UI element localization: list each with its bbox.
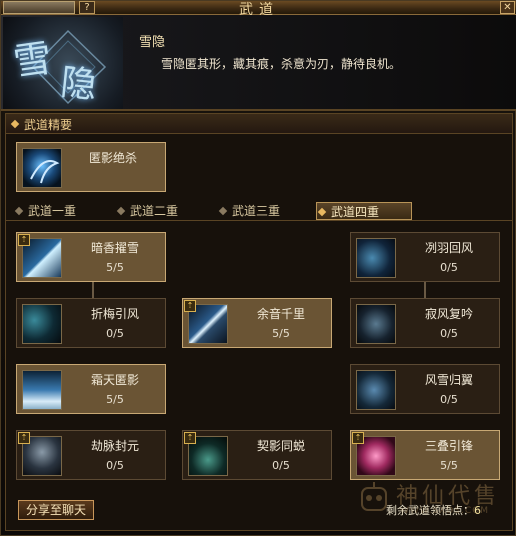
shadow-strike-icon — [22, 148, 62, 188]
skill-card[interactable]: ⇡ 余音千里 5/5 — [182, 298, 332, 348]
skill-card[interactable]: 霜天匿影 5/5 — [16, 364, 166, 414]
skill-name: 折梅引风 — [90, 307, 139, 321]
frost-shadow-icon — [22, 370, 62, 410]
plum-wind-icon — [22, 304, 62, 344]
tab-label: 武道三重 — [232, 204, 281, 218]
skill-level: 0/5 — [106, 327, 124, 340]
skill-level: 0/5 — [440, 393, 458, 406]
martial-essence-section: 武道精要 匿影绝杀 武道一重 武道二重 武道三重 武道四重 ⇡ 暗香擢雪 5/5… — [5, 113, 513, 531]
skill-header: 雪 隐 雪隐 雪隐匿其形，藏其痕，杀意为刃，静待良机。 — [1, 15, 516, 111]
upgrade-badge-icon: ⇡ — [184, 300, 196, 312]
feather-wind-icon — [356, 238, 396, 278]
skill-level: 0/5 — [106, 459, 124, 472]
skill-name: 余音千里 — [256, 307, 305, 321]
share-to-chat-button[interactable]: 分享至聊天 — [18, 500, 94, 520]
skill-name: 劫脉封元 — [90, 439, 139, 453]
connector-line — [92, 282, 94, 298]
tab-divider — [6, 220, 512, 221]
close-button[interactable]: ✕ — [500, 1, 515, 14]
tab-tier-4[interactable]: 武道四重 — [316, 202, 412, 220]
silent-wind-icon — [356, 304, 396, 344]
points-value: 6 — [474, 504, 481, 517]
skill-card[interactable]: ⇡ 暗香擢雪 5/5 — [16, 232, 166, 282]
skill-card[interactable]: ⇡ 三叠引锋 5/5 — [350, 430, 500, 480]
title-bar: ? 武道 ✕ — [1, 1, 516, 18]
skill-emblem-icon: 雪 隐 — [3, 17, 123, 109]
tab-label: 武道二重 — [130, 204, 179, 218]
section-header: 武道精要 — [6, 114, 512, 134]
martial-path-window: ? 武道 ✕ 雪 隐 雪隐 雪隐匿其形，藏其痕，杀意为刃，静待良机。 武道精要 … — [0, 0, 516, 536]
skill-name: 契影同蜕 — [256, 439, 305, 453]
skill-name: 暗香擢雪 — [90, 241, 139, 255]
upgrade-badge-icon: ⇡ — [184, 432, 196, 444]
emblem-char-2: 隐 — [58, 62, 99, 107]
emblem-char-1: 雪 — [10, 35, 55, 85]
connector-line — [424, 282, 426, 298]
tab-label: 武道四重 — [331, 205, 380, 219]
skill-level: 0/5 — [440, 261, 458, 274]
skill-name: 寂风复吟 — [424, 307, 473, 321]
diamond-icon — [10, 119, 20, 129]
diamond-icon — [317, 207, 327, 217]
points-label: 剩余武道领悟点： — [386, 504, 474, 517]
upgrade-badge-icon: ⇡ — [18, 432, 30, 444]
skill-name: 风雪归翼 — [424, 373, 473, 387]
watermark: 神仙代售 WWW.SXDS.COM — [356, 476, 506, 526]
skill-card[interactable]: ⇡ 劫脉封元 0/5 — [16, 430, 166, 480]
skill-description: 雪隐匿其形，藏其痕，杀意为刃，静待良机。 — [161, 57, 402, 71]
skill-card[interactable]: 折梅引风 0/5 — [16, 298, 166, 348]
upgrade-badge-icon: ⇡ — [18, 234, 30, 246]
skill-name: 霜天匿影 — [90, 373, 139, 387]
skill-level: 5/5 — [272, 327, 290, 340]
essence-card-name: 匿影绝杀 — [89, 151, 138, 165]
tab-tier-3[interactable]: 武道三重 — [218, 202, 280, 220]
skill-level: 5/5 — [440, 459, 458, 472]
skill-level: 0/5 — [440, 327, 458, 340]
section-title: 武道精要 — [24, 118, 73, 132]
remaining-points: 剩余武道领悟点：6 — [386, 502, 481, 518]
skill-name: 雪隐 — [139, 35, 166, 50]
tab-tier-2[interactable]: 武道二重 — [116, 202, 178, 220]
skill-level: 5/5 — [106, 261, 124, 274]
skill-level: 0/5 — [272, 459, 290, 472]
skill-card[interactable]: 冽羽回风 0/5 — [350, 232, 500, 282]
tier-tabs: 武道一重 武道二重 武道三重 武道四重 — [6, 202, 512, 220]
skill-name: 冽羽回风 — [424, 241, 473, 255]
skill-card[interactable]: ⇡ 契影同蜕 0/5 — [182, 430, 332, 480]
snow-wing-icon — [356, 370, 396, 410]
skill-card[interactable]: 寂风复吟 0/5 — [350, 298, 500, 348]
tab-label: 武道一重 — [28, 204, 77, 218]
diamond-icon — [116, 206, 126, 216]
skill-name: 三叠引锋 — [424, 439, 473, 453]
diamond-icon — [218, 206, 228, 216]
upgrade-badge-icon: ⇡ — [352, 432, 364, 444]
tab-tier-1[interactable]: 武道一重 — [14, 202, 76, 220]
essence-card[interactable]: 匿影绝杀 — [16, 142, 166, 192]
skill-level: 5/5 — [106, 393, 124, 406]
diamond-icon — [14, 206, 24, 216]
skill-card[interactable]: 风雪归翼 0/5 — [350, 364, 500, 414]
